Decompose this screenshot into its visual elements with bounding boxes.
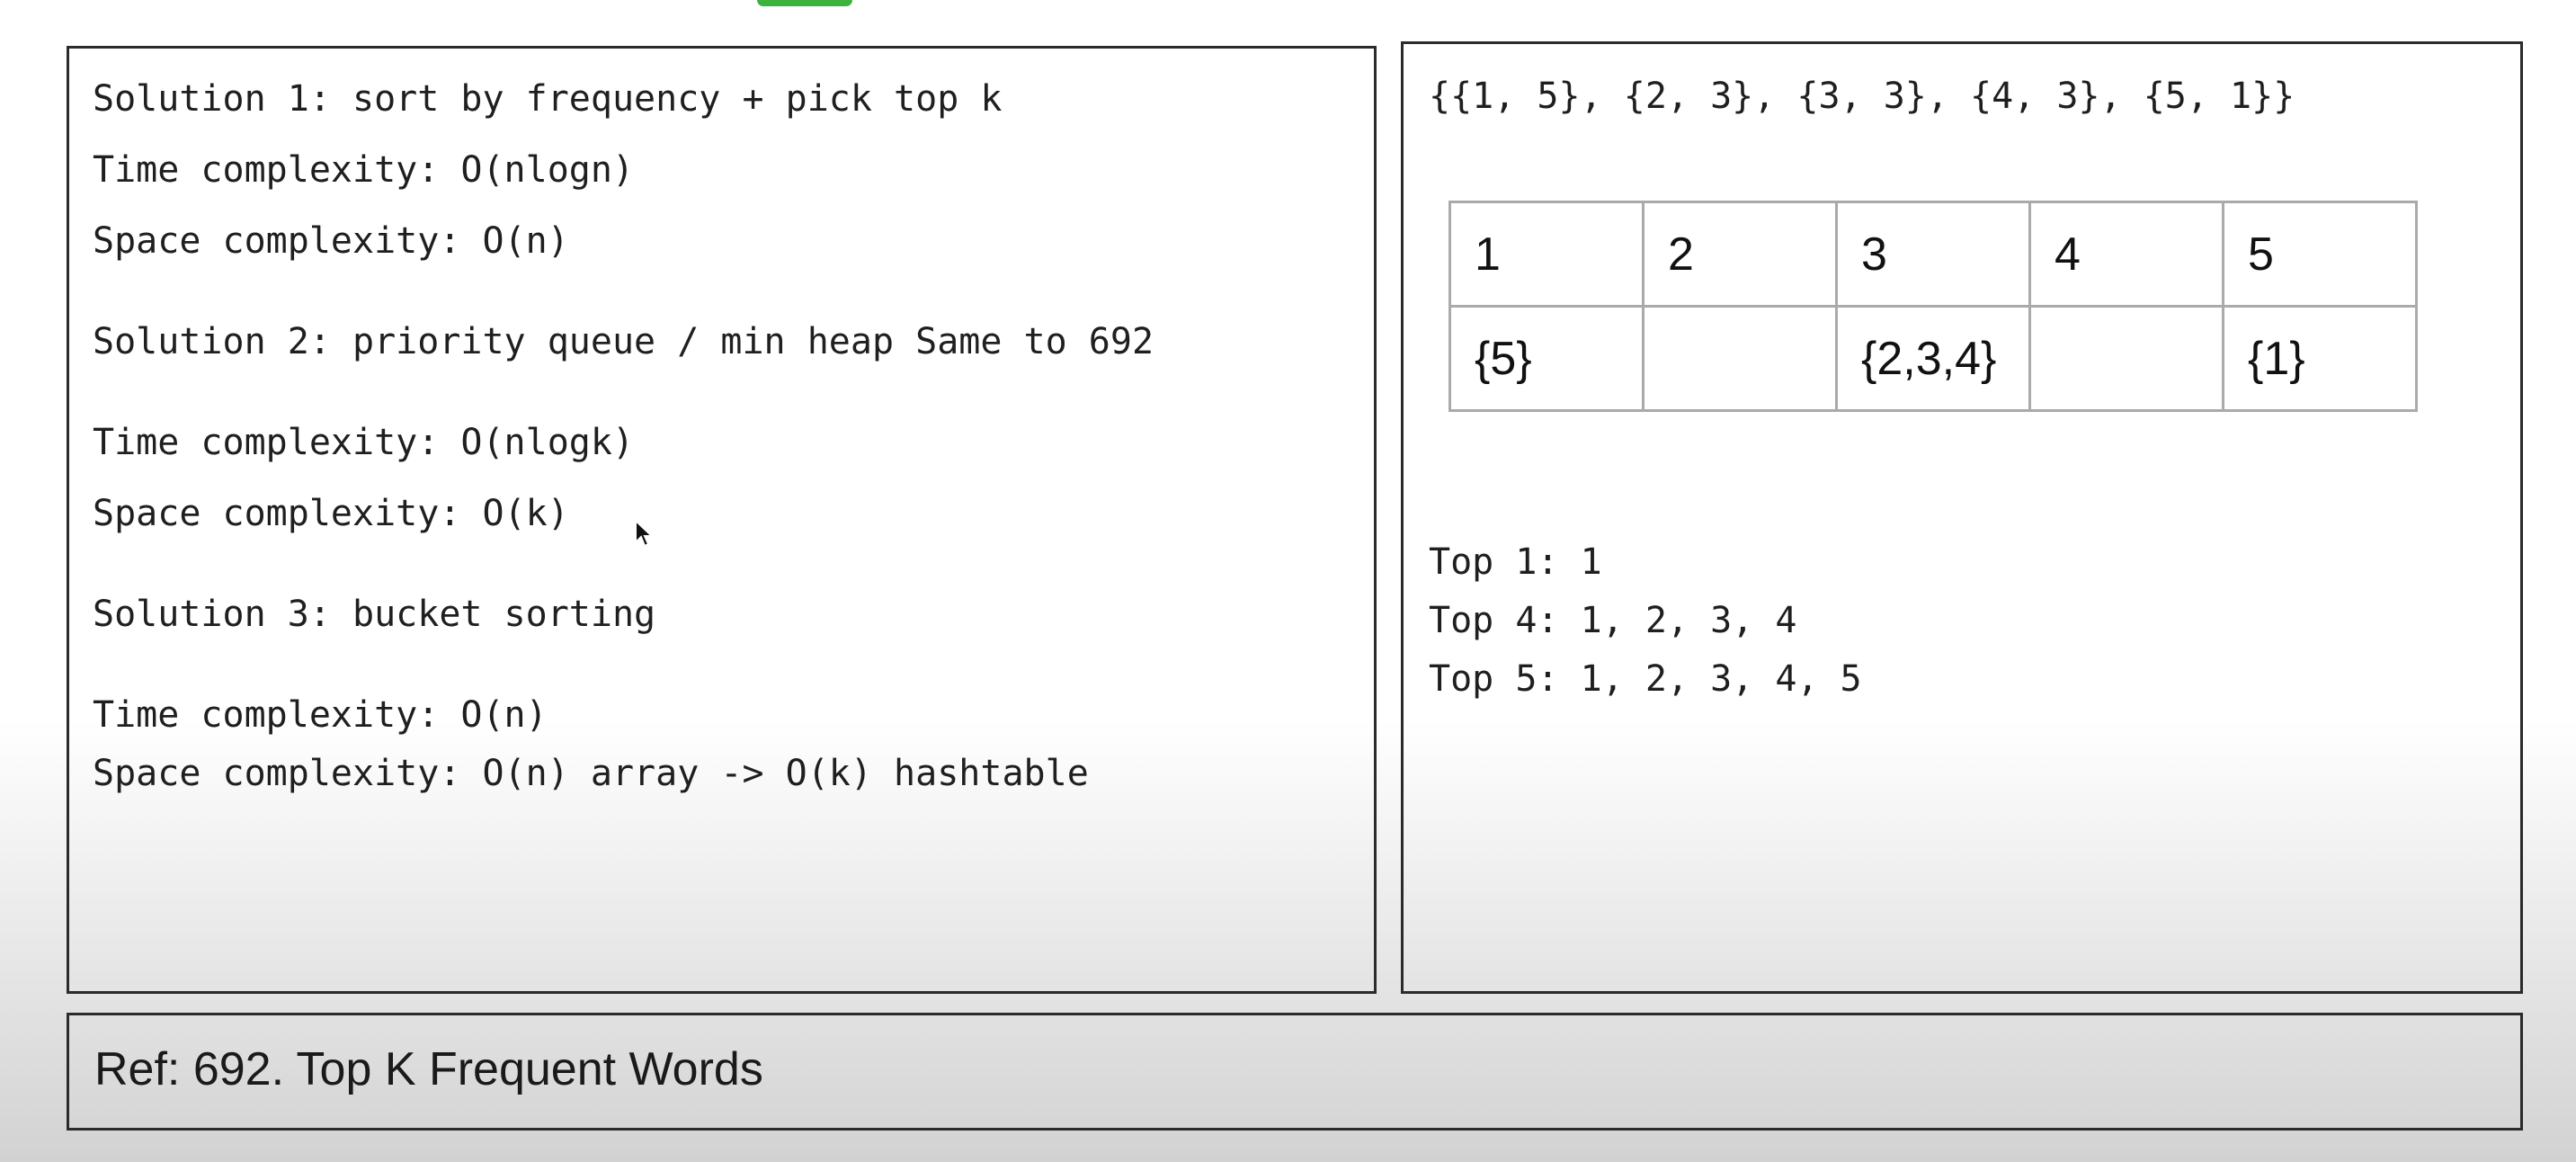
solution-1-space: Space complexity: O(n) (93, 220, 569, 262)
mouse-pointer-icon (635, 519, 654, 548)
solution-2-title: Solution 2: priority queue / min heap Sa… (93, 321, 1154, 362)
solution-2-time: Time complexity: O(nlogk) (93, 422, 635, 463)
top-5-line: Top 5: 1, 2, 3, 4, 5 (1429, 658, 1862, 700)
bucket-value: {5} (1448, 305, 1645, 412)
top-1-line: Top 1: 1 (1429, 541, 1602, 583)
bucket-value-row: {5} {2,3,4} {1} (1448, 305, 2418, 412)
top-4-line: Top 4: 1, 2, 3, 4 (1429, 600, 1797, 641)
solutions-panel: Solution 1: sort by frequency + pick top… (67, 46, 1377, 994)
solution-3-title: Solution 3: bucket sorting (93, 594, 656, 635)
solution-3-time: Time complexity: O(n) (93, 694, 548, 736)
bucket-value: {2,3,4} (1835, 305, 2031, 412)
bucket-table: 1 2 3 4 5 {5} {2,3,4} {1} (1448, 201, 2418, 412)
solution-3-space: Space complexity: O(n) array -> O(k) has… (93, 753, 1089, 794)
bucket-index: 3 (1835, 201, 2031, 308)
bucket-index: 4 (2028, 201, 2224, 308)
solution-2-space: Space complexity: O(k) (93, 493, 569, 534)
bucket-index: 2 (1642, 201, 1838, 308)
bucket-header-row: 1 2 3 4 5 (1448, 201, 2418, 308)
solution-1-time: Time complexity: O(nlogn) (93, 149, 635, 191)
green-tab-indicator[interactable] (757, 0, 852, 6)
bucket-index: 5 (2222, 201, 2418, 308)
frequency-pairs: {{1, 5}, {2, 3}, {3, 3}, {4, 3}, {5, 1}} (1429, 76, 2295, 117)
bucket-value (2028, 305, 2224, 412)
reference-panel: Ref: 692. Top K Frequent Words (67, 1013, 2523, 1131)
bucket-index: 1 (1448, 201, 1645, 308)
bucket-value (1642, 305, 1838, 412)
bucket-value: {1} (2222, 305, 2418, 412)
solution-1-title: Solution 1: sort by frequency + pick top… (93, 78, 1003, 120)
example-panel: {{1, 5}, {2, 3}, {3, 3}, {4, 3}, {5, 1}}… (1401, 41, 2523, 994)
reference-text: Ref: 692. Top K Frequent Words (94, 1043, 763, 1095)
